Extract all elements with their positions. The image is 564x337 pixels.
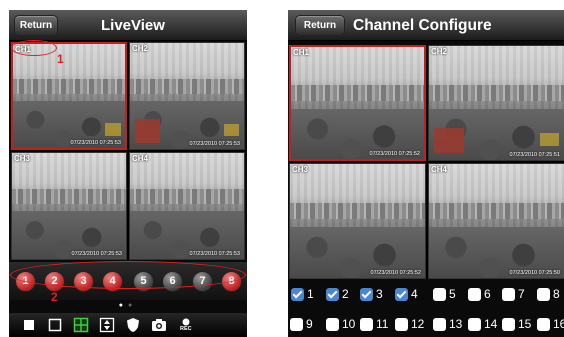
checkbox-unchecked-icon[interactable] xyxy=(360,317,373,331)
channel-checkbox-14[interactable]: 14 xyxy=(468,317,497,331)
video-tile[interactable]: CH3 07/23/2010 07:25:53 xyxy=(11,152,127,260)
checkbox-unchecked-icon[interactable] xyxy=(537,287,550,301)
channel-label: CH4 xyxy=(431,165,448,174)
timestamp: 07/23/2010 07:25:53 xyxy=(71,251,122,257)
channel-checkbox-4[interactable]: 4 xyxy=(395,287,418,301)
channel-checkbox-row-1: 1 2 3 4 5 6 7 8 xyxy=(288,287,564,307)
checkbox-label: 6 xyxy=(484,287,491,301)
timestamp: 07/23/2010 07:25:51 xyxy=(509,152,560,158)
video-tile[interactable]: CH2 07/23/2010 07:25:53 xyxy=(129,42,245,150)
record-icon[interactable]: REC xyxy=(179,317,201,333)
timestamp: 07/23/2010 07:25:50 xyxy=(509,270,560,276)
timestamp: 07/23/2010 07:25:53 xyxy=(189,251,240,257)
video-tile[interactable]: CH4 07/23/2010 07:25:50 xyxy=(428,163,564,279)
page-title: LiveView xyxy=(101,17,165,34)
page-title: Channel Configure xyxy=(353,17,492,34)
checkbox-unchecked-icon[interactable] xyxy=(502,287,515,301)
checkbox-label: 2 xyxy=(342,287,349,301)
checkbox-unchecked-icon[interactable] xyxy=(433,287,446,301)
channel-label: CH4 xyxy=(132,154,149,163)
checkbox-unchecked-icon[interactable] xyxy=(290,317,303,331)
liveview-navbar: Return LiveView xyxy=(9,10,247,41)
timestamp: 07/23/2010 07:25:53 xyxy=(189,141,240,147)
video-tile[interactable]: CH2 07/23/2010 07:25:51 xyxy=(428,45,564,161)
bottom-toolbar: REC xyxy=(9,313,247,337)
rec-label: REC xyxy=(180,326,192,332)
shield-icon[interactable] xyxy=(125,317,141,333)
channel-configure-navbar: Return Channel Configure xyxy=(288,10,564,41)
checkbox-label: 16 xyxy=(553,317,564,331)
channel-checkbox-2[interactable]: 2 xyxy=(326,287,349,301)
checkbox-label: 3 xyxy=(376,287,383,301)
camera-icon[interactable] xyxy=(151,317,167,333)
annotation-number-1: 1 xyxy=(57,52,64,66)
channel-label: CH3 xyxy=(292,165,309,174)
checkbox-unchecked-icon[interactable] xyxy=(468,317,481,331)
checkbox-checked-icon[interactable] xyxy=(326,287,339,301)
video-tile[interactable]: CH1 07/23/2010 07:25:53 xyxy=(11,42,127,150)
channel-label: CH2 xyxy=(132,44,149,53)
page-indicator: ●● xyxy=(118,302,138,309)
channel-checkbox-6[interactable]: 6 xyxy=(468,287,491,301)
checkbox-label: 11 xyxy=(376,317,389,331)
video-grid: CH1 07/23/2010 07:25:53 CH2 07/23/2010 0… xyxy=(11,42,245,260)
single-view-icon[interactable] xyxy=(21,317,37,333)
checkbox-label: 9 xyxy=(306,317,313,331)
checkbox-checked-icon[interactable] xyxy=(360,287,373,301)
timestamp: 07/23/2010 07:25:52 xyxy=(369,151,420,157)
annotation-ellipse-2 xyxy=(10,261,246,289)
channel-checkbox-16[interactable]: 16 xyxy=(537,317,564,331)
checkbox-unchecked-icon[interactable] xyxy=(468,287,481,301)
channel-checkbox-5[interactable]: 5 xyxy=(433,287,456,301)
checkbox-unchecked-icon[interactable] xyxy=(502,317,515,331)
checkbox-unchecked-icon[interactable] xyxy=(433,317,446,331)
ptz-icon[interactable] xyxy=(99,317,115,333)
checkbox-label: 5 xyxy=(449,287,456,301)
quad-view-icon[interactable] xyxy=(73,317,89,333)
checkbox-label: 1 xyxy=(307,287,314,301)
liveview-screen: Return LiveView CH1 07/23/2010 07:25:53 … xyxy=(9,10,247,337)
checkbox-label: 8 xyxy=(553,287,560,301)
timestamp: 07/23/2010 07:25:52 xyxy=(370,270,421,276)
channel-label: CH1 xyxy=(293,48,310,57)
return-button[interactable]: Return xyxy=(295,15,345,36)
video-grid: CH1 07/23/2010 07:25:52 CH2 07/23/2010 0… xyxy=(289,45,564,279)
channel-checkbox-3[interactable]: 3 xyxy=(360,287,383,301)
timestamp: 07/23/2010 07:25:53 xyxy=(70,140,121,146)
checkbox-label: 7 xyxy=(518,287,525,301)
checkbox-label: 12 xyxy=(411,317,425,331)
channel-checkbox-15[interactable]: 15 xyxy=(502,317,531,331)
checkbox-label: 14 xyxy=(484,317,498,331)
channel-configure-screen: Return Channel Configure CH1 07/23/2010 … xyxy=(288,10,564,337)
checkbox-label: 4 xyxy=(411,287,418,301)
checkbox-label: 10 xyxy=(342,317,356,331)
channel-checkbox-8[interactable]: 8 xyxy=(537,287,560,301)
channel-label: CH3 xyxy=(14,154,31,163)
channel-checkbox-1[interactable]: 1 xyxy=(291,287,314,301)
checkbox-unchecked-icon[interactable] xyxy=(326,317,339,331)
video-tile[interactable]: CH4 07/23/2010 07:25:53 xyxy=(129,152,245,260)
checkbox-checked-icon[interactable] xyxy=(291,287,304,301)
channel-checkbox-12[interactable]: 12 xyxy=(395,317,424,331)
video-tile[interactable]: CH1 07/23/2010 07:25:52 xyxy=(289,45,426,161)
channel-checkbox-11[interactable]: 11 xyxy=(360,317,388,331)
checkbox-unchecked-icon[interactable] xyxy=(395,317,408,331)
return-button[interactable]: Return xyxy=(14,15,58,36)
annotation-ellipse-1 xyxy=(11,40,57,56)
channel-checkbox-10[interactable]: 10 xyxy=(326,317,355,331)
channel-label: CH2 xyxy=(431,47,448,56)
checkbox-label: 15 xyxy=(518,317,532,331)
channel-checkbox-7[interactable]: 7 xyxy=(502,287,525,301)
channel-checkbox-13[interactable]: 13 xyxy=(433,317,462,331)
channel-checkbox-9[interactable]: 9 xyxy=(290,317,313,331)
checkbox-label: 13 xyxy=(449,317,463,331)
checkbox-unchecked-icon[interactable] xyxy=(537,317,550,331)
channel-checkbox-row-2: 9 10 11 12 13 14 15 16 xyxy=(288,317,564,337)
single-outline-icon[interactable] xyxy=(47,317,63,333)
checkbox-checked-icon[interactable] xyxy=(395,287,408,301)
video-tile[interactable]: CH3 07/23/2010 07:25:52 xyxy=(289,163,426,279)
